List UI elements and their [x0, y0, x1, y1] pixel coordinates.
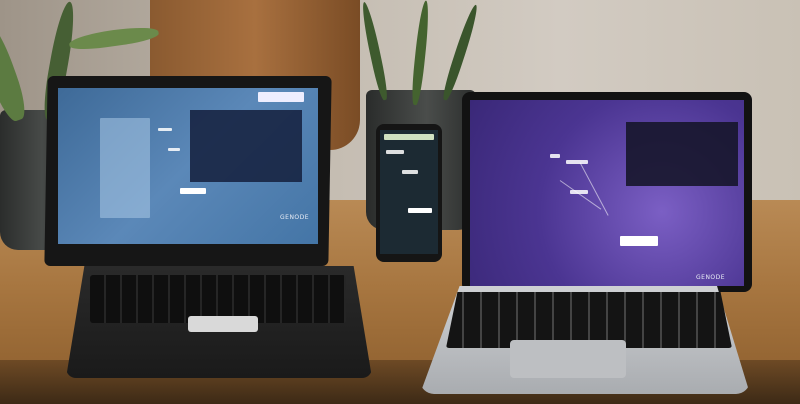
terminal-window: [626, 122, 738, 186]
right-laptop-touchpad: [510, 340, 626, 378]
connection-wire: [559, 180, 602, 210]
left-laptop-screen: GENODE: [58, 88, 318, 244]
genode-logo: GENODE: [696, 274, 726, 281]
ui-node: [408, 208, 432, 213]
photo-scene: GENODE GENODE: [0, 0, 800, 404]
connection-wire: [579, 162, 609, 216]
right-laptop-screen: GENODE: [470, 100, 744, 286]
ui-node: [566, 160, 588, 164]
ui-node: [168, 148, 180, 151]
ui-node: [620, 236, 658, 246]
smartphone-screen: [380, 130, 438, 254]
ui-node: [550, 154, 560, 158]
ui-node: [386, 150, 404, 154]
ui-node: [384, 134, 434, 140]
ui-node: [100, 118, 150, 218]
ui-node: [258, 92, 304, 102]
ui-node: [402, 170, 418, 174]
terminal-window: [190, 110, 302, 182]
left-laptop-trackpoint-buttons: [188, 316, 258, 332]
ui-node: [158, 128, 172, 131]
genode-logo: GENODE: [280, 214, 310, 221]
ui-node: [180, 188, 206, 194]
